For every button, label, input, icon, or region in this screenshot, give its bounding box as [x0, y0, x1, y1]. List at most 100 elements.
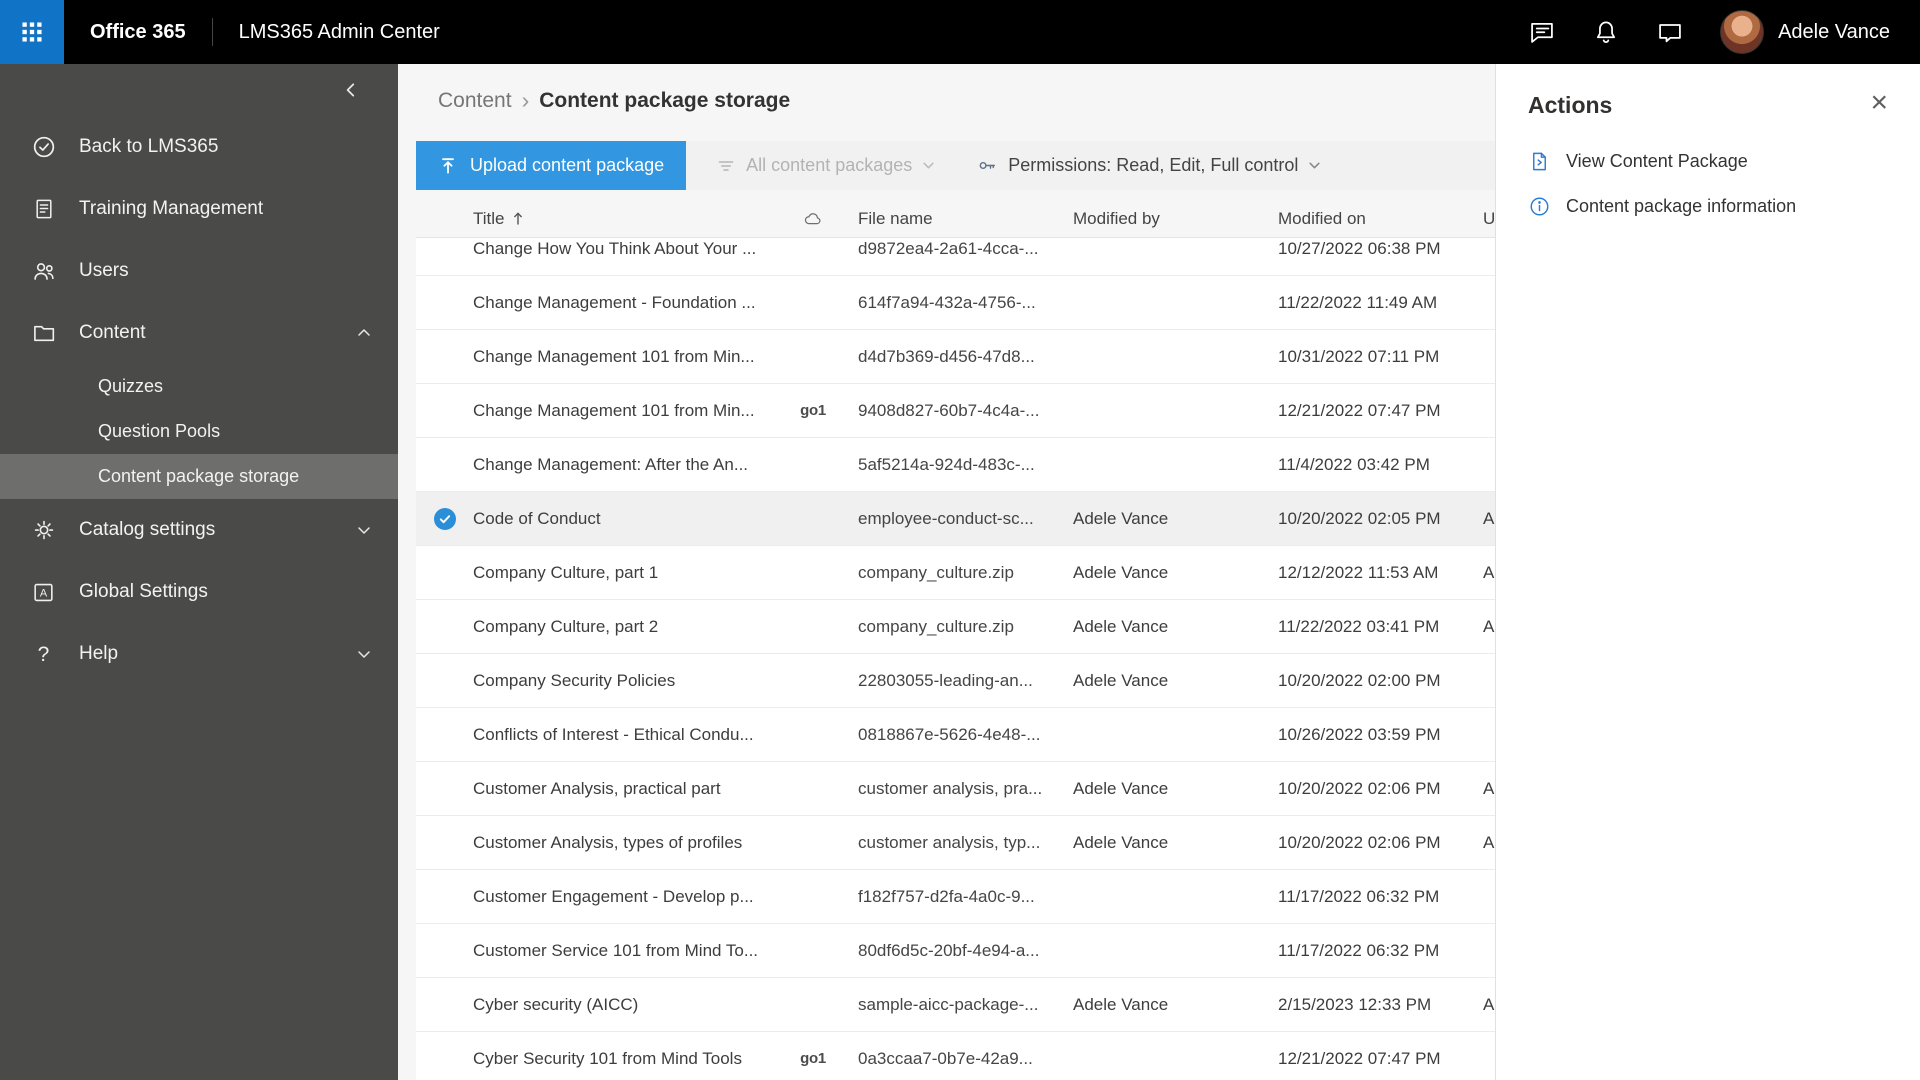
cell-title: Cyber Security 101 from Mind Tools: [473, 1048, 742, 1068]
cell-modified-on: 11/22/2022 03:41 PM: [1278, 616, 1440, 636]
chevron-down-icon: [923, 162, 934, 169]
header-title[interactable]: Title: [473, 209, 773, 229]
chat-button[interactable]: [1528, 18, 1556, 46]
cell-modified-on: 11/4/2022 03:42 PM: [1278, 454, 1430, 474]
cell-title: Company Security Policies: [473, 670, 676, 690]
cell-file-name: f182f757-d2fa-4a0c-9...: [858, 886, 1035, 906]
action-view-content-package[interactable]: View Content Package: [1528, 150, 1890, 173]
cell-modified-by: Adele Vance: [1073, 778, 1169, 798]
cell-modified-on: 11/22/2022 11:49 AM: [1278, 292, 1438, 312]
permissions-dropdown-label: Permissions: Read, Edit, Full control: [1008, 155, 1299, 175]
sidebar-item-training-management[interactable]: Training Management: [0, 178, 398, 240]
cell-modified-by: Adele Vance: [1073, 508, 1169, 528]
sort-ascending-icon: [513, 212, 522, 225]
header-title-label: Title: [473, 208, 505, 228]
action-label: View Content Package: [1566, 151, 1748, 171]
action-content-package-information[interactable]: Content package information: [1528, 195, 1890, 218]
sidebar-subitem-question-pools[interactable]: Question Pools: [0, 409, 398, 454]
account-menu-button[interactable]: Adele Vance: [1720, 10, 1890, 54]
app-title: LMS365 Admin Center: [238, 20, 440, 43]
chevron-up-icon: [356, 325, 372, 341]
cell-title: Change Management 101 from Min...: [473, 400, 755, 420]
sidebar-item-help[interactable]: ? Help: [0, 623, 398, 685]
cell-title: Change Management - Foundation ...: [473, 292, 756, 312]
sidebar-item-content[interactable]: Content: [0, 302, 398, 364]
upload-content-package-button[interactable]: Upload content package: [416, 141, 687, 190]
close-panel-button[interactable]: ×: [1868, 88, 1890, 118]
sidebar-item-users[interactable]: Users: [0, 240, 398, 302]
sidebar-subitem-quizzes[interactable]: Quizzes: [0, 364, 398, 409]
header-file-name[interactable]: File name: [853, 209, 1068, 229]
sidebar-item-label: Help: [79, 643, 119, 664]
cell-file-name: customer analysis, pra...: [858, 778, 1043, 798]
header-modified-on[interactable]: Modified on: [1273, 209, 1478, 229]
cell-modified-on: 11/17/2022 06:32 PM: [1278, 886, 1440, 906]
sidebar-item-label: Training Management: [79, 198, 264, 219]
sidebar-collapse-button[interactable]: [338, 77, 364, 103]
selected-check-icon: [433, 507, 456, 530]
cell-modified-on: 12/21/2022 07:47 PM: [1278, 1048, 1441, 1068]
suite-topbar: Office 365 LMS365 Admin Center Adele Van…: [0, 0, 1920, 64]
cell-file-name: 80df6d5c-20bf-4e94-a...: [858, 940, 1040, 960]
sidebar-item-global-settings[interactable]: A Global Settings: [0, 561, 398, 623]
cell-title: Company Culture, part 2: [473, 616, 659, 636]
cell-title: Change Management: After the An...: [473, 454, 749, 474]
sidebar-item-catalog-settings[interactable]: Catalog settings: [0, 499, 398, 561]
training-management-icon: [30, 197, 57, 221]
filter-icon: [718, 160, 734, 171]
breadcrumb-parent[interactable]: Content: [438, 89, 512, 113]
sidebar-subitem-label: Quizzes: [98, 376, 164, 396]
help-icon: ?: [37, 642, 50, 666]
cell-file-name: 22803055-leading-an...: [858, 670, 1033, 690]
cell-title: Customer Engagement - Develop p...: [473, 886, 754, 906]
cell-provider: go1: [800, 402, 826, 419]
permissions-dropdown[interactable]: Permissions: Read, Edit, Full control: [971, 154, 1327, 177]
action-label: Content package information: [1566, 196, 1797, 216]
user-name: Adele Vance: [1778, 20, 1890, 43]
cell-title: Change Management 101 from Min...: [473, 346, 755, 366]
actions-panel: Actions × View Content Package Content p…: [1495, 64, 1920, 1080]
breadcrumb-separator-icon: ›: [521, 87, 530, 113]
cell-modified-by: Adele Vance: [1073, 670, 1169, 690]
product-name: Office 365: [90, 20, 186, 43]
cell-file-name: 0818867e-5626-4e48-...: [858, 724, 1041, 744]
cell-modified-on: 12/21/2022 07:47 PM: [1278, 400, 1441, 420]
sidebar-item-label: Catalog settings: [79, 519, 216, 540]
cell-file-name: employee-conduct-sc...: [858, 508, 1034, 528]
cell-modified-on: 10/20/2022 02:00 PM: [1278, 670, 1441, 690]
cell-modified-on: 2/15/2023 12:33 PM: [1278, 994, 1432, 1014]
sidebar-item-label: Users: [79, 260, 129, 281]
cell-modified-by: Adele Vance: [1073, 994, 1169, 1014]
cell-modified-by: Adele Vance: [1073, 562, 1169, 582]
cell-modified-by: Adele Vance: [1073, 616, 1169, 636]
header-modified-by-label: Modified by: [1073, 208, 1160, 228]
page-title: Content package storage: [539, 88, 791, 112]
gear-icon: [30, 517, 57, 543]
topbar-actions: Adele Vance: [1528, 10, 1920, 54]
header-modified-on-label: Modified on: [1278, 208, 1366, 228]
cell-modified-on: 10/20/2022 02:06 PM: [1278, 832, 1441, 852]
header-modified-by[interactable]: Modified by: [1068, 209, 1273, 229]
filter-dropdown-label: All content packages: [746, 155, 913, 175]
key-icon: [979, 162, 996, 170]
row-select[interactable]: [416, 507, 473, 530]
sidebar-item-back-to-lms365[interactable]: Back to LMS365: [0, 116, 398, 178]
app-launcher-button[interactable]: [0, 0, 64, 64]
cell-file-name: 9408d827-60b7-4c4a-...: [858, 400, 1040, 420]
cloud-icon: [804, 212, 821, 224]
sidebar-subitem-content-package-storage[interactable]: Content package storage: [0, 454, 398, 499]
feedback-button[interactable]: [1656, 18, 1684, 46]
svg-text:A: A: [40, 587, 48, 599]
cell-file-name: d9872ea4-2a61-4cca-...: [858, 238, 1039, 258]
cell-file-name: 0a3ccaa7-0b7e-42a9...: [858, 1048, 1033, 1068]
header-file-name-label: File name: [858, 208, 933, 228]
notifications-button[interactable]: [1592, 18, 1620, 46]
chat-icon: [1531, 22, 1553, 43]
cell-title: Change How You Think About Your ...: [473, 238, 757, 258]
content-packages-filter-dropdown[interactable]: All content packages: [710, 154, 941, 177]
header-provider[interactable]: [773, 209, 853, 229]
cell-title: Cyber security (AICC): [473, 994, 639, 1014]
cell-modified-on: 11/17/2022 06:32 PM: [1278, 940, 1440, 960]
upload-icon: [442, 157, 454, 173]
cell-title: Customer Analysis, practical part: [473, 778, 721, 798]
